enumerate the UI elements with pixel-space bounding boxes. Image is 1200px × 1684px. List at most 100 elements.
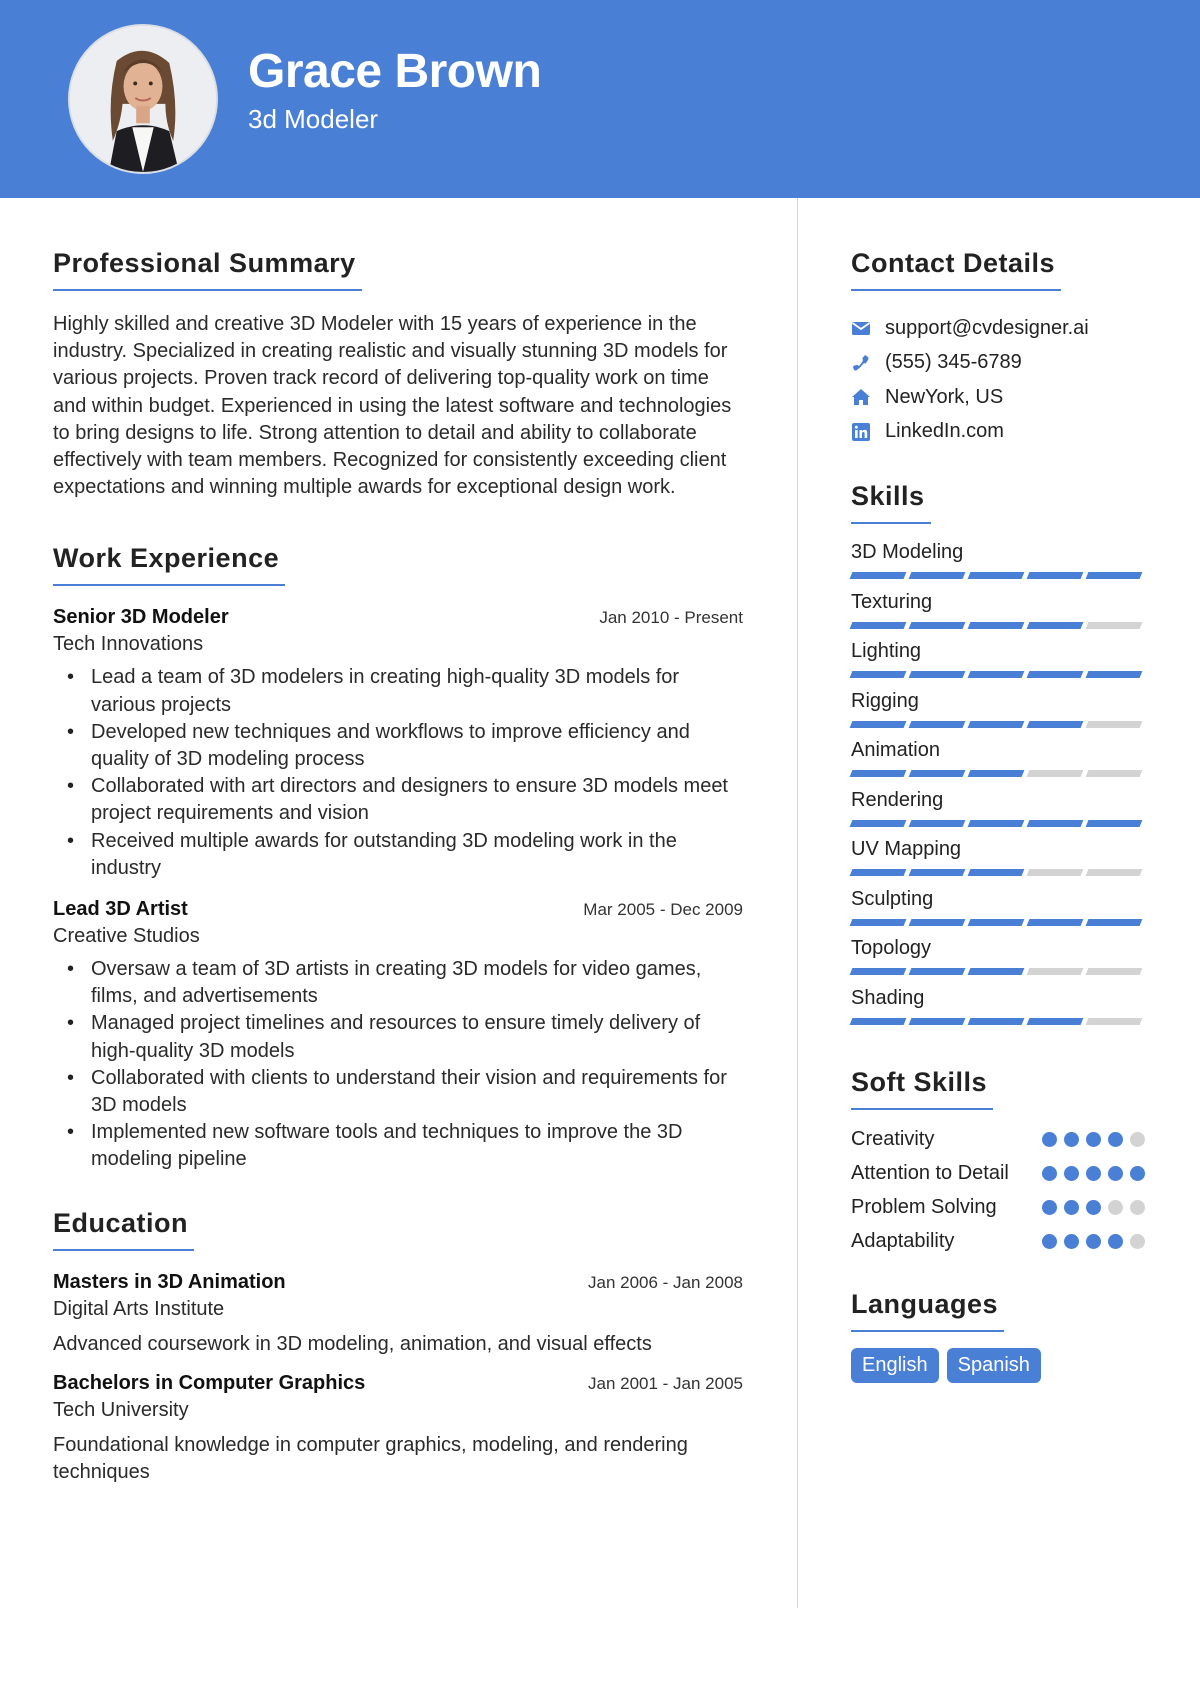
job-bullet: Lead a team of 3D modelers in creating h… bbox=[53, 664, 743, 718]
skill-segment-filled bbox=[849, 671, 907, 678]
skill-item: Lighting bbox=[849, 637, 1145, 687]
rating-dot-empty bbox=[1130, 1234, 1145, 1249]
skill-level-bar bbox=[849, 918, 1145, 926]
main-column: Professional Summary Highly skilled and … bbox=[53, 248, 743, 1520]
job-bullet: Collaborated with clients to understand … bbox=[53, 1065, 743, 1119]
profile-photo bbox=[68, 24, 218, 174]
skill-segment-filled bbox=[908, 621, 966, 629]
job-bullet: Managed project timelines and resources … bbox=[53, 1010, 743, 1064]
education-header: Masters in 3D Animation Jan 2006 - Jan 20… bbox=[53, 1271, 743, 1294]
skill-name: Rigging bbox=[851, 689, 919, 712]
skill-name: Texturing bbox=[851, 590, 933, 613]
skill-list: 3D Modeling Texturing Lighting Rigging Anima… bbox=[849, 538, 1145, 1034]
skill-segment-filled bbox=[849, 1017, 907, 1025]
job-entry: Lead 3D Artist Mar 2005 - Dec 2009 Creativ… bbox=[53, 898, 743, 1174]
soft-skill-list: Creativity Attention to Detail Problem Sol… bbox=[851, 1126, 1145, 1255]
job-header: Lead 3D Artist Mar 2005 - Dec 2009 bbox=[53, 898, 743, 921]
skill-segment-empty bbox=[1026, 770, 1084, 777]
rating-dot-filled bbox=[1064, 1132, 1079, 1147]
skill-segment-filled bbox=[849, 869, 907, 876]
rating-dot-filled bbox=[1086, 1132, 1101, 1147]
education-dates: Jan 2001 - Jan 2005 bbox=[587, 1373, 743, 1393]
rating-dot-filled bbox=[1042, 1234, 1057, 1249]
contact-item[interactable]: LinkedIn.com bbox=[851, 415, 1145, 450]
job-header: Senior 3D Modeler Jan 2010 - Present bbox=[53, 606, 743, 629]
summary-text: Highly skilled and creative 3D Modeler w… bbox=[53, 313, 732, 499]
skill-segment-empty bbox=[1085, 968, 1143, 975]
skill-segment-filled bbox=[967, 770, 1025, 777]
skill-segment-filled bbox=[967, 819, 1025, 827]
sidebar-column: Contact Details support@cvdesigner.ai (55… bbox=[849, 248, 1145, 1417]
rating-dot-filled bbox=[1086, 1234, 1101, 1249]
job-title: Senior 3D Modeler bbox=[53, 606, 229, 629]
contact-text[interactable]: LinkedIn.com bbox=[885, 420, 1004, 443]
soft-skill-name: Attention to Detail bbox=[851, 1162, 1009, 1184]
work-section: Work Experience Senior 3D Modeler Jan 201… bbox=[53, 543, 743, 1173]
skill-segment-filled bbox=[1026, 621, 1084, 629]
skill-item: Rigging bbox=[849, 687, 1145, 737]
skill-segment-empty bbox=[1085, 1017, 1143, 1025]
skill-segment-filled bbox=[849, 621, 907, 629]
school-name: Tech University bbox=[53, 1398, 189, 1421]
skill-segment-filled bbox=[1085, 671, 1143, 678]
skills-section: Skills 3D Modeling Texturing Lighting Riggi… bbox=[849, 481, 1145, 1034]
candidate-name: Grace Brown bbox=[248, 45, 542, 98]
school-name: Digital Arts Institute bbox=[53, 1297, 225, 1320]
job-bullets: Oversaw a team of 3D artists in creating… bbox=[53, 956, 743, 1174]
skill-segment-filled bbox=[1026, 720, 1084, 728]
skill-segment-filled bbox=[967, 671, 1025, 678]
skill-segment-empty bbox=[1085, 770, 1143, 777]
skill-segment-empty bbox=[1085, 720, 1143, 728]
section-title-languages: Languages bbox=[851, 1289, 1005, 1332]
skill-segment-filled bbox=[849, 819, 907, 827]
skill-item: Sculpting bbox=[849, 885, 1145, 935]
rating-dot-filled bbox=[1108, 1166, 1123, 1181]
job-bullet: Collaborated with art directors and desi… bbox=[53, 773, 743, 827]
skill-level-bar bbox=[849, 869, 1145, 876]
contact-text[interactable]: (555) 345-6789 bbox=[885, 351, 1022, 374]
candidate-title: 3d Modeler bbox=[248, 104, 379, 134]
job-company: Tech Innovations bbox=[53, 633, 204, 656]
rating-dot-filled bbox=[1086, 1166, 1101, 1181]
contact-list: support@cvdesigner.ai (555) 345-6789 NewYo… bbox=[851, 311, 1145, 449]
skill-level-bar bbox=[849, 671, 1145, 678]
contact-text[interactable]: support@cvdesigner.ai bbox=[885, 317, 1089, 340]
linkedin-icon bbox=[851, 422, 871, 442]
skill-segment-empty bbox=[1026, 869, 1084, 876]
skill-segment-filled bbox=[1026, 819, 1084, 827]
degree-title: Bachelors in Computer Graphics bbox=[53, 1371, 366, 1394]
skill-segment-filled bbox=[1026, 671, 1084, 678]
contact-item[interactable]: (555) 345-6789 bbox=[851, 346, 1145, 381]
skill-item: Shading bbox=[849, 984, 1145, 1034]
rating-dot-filled bbox=[1064, 1200, 1079, 1215]
section-title-summary: Professional Summary bbox=[53, 248, 362, 291]
rating-dot-filled bbox=[1042, 1132, 1057, 1147]
job-bullet: Implemented new software tools and techn… bbox=[53, 1119, 743, 1173]
section-title-education: Education bbox=[53, 1208, 195, 1251]
education-entry: Bachelors in Computer Graphics Jan 2001 -… bbox=[53, 1372, 743, 1486]
skill-segment-filled bbox=[1026, 1017, 1084, 1025]
skill-segment-filled bbox=[908, 770, 966, 777]
degree-title: Masters in 3D Animation bbox=[53, 1270, 286, 1293]
contact-item[interactable]: NewYork, US bbox=[851, 380, 1145, 415]
skill-segment-empty bbox=[1085, 621, 1143, 629]
summary-section: Professional Summary Highly skilled and … bbox=[53, 248, 743, 501]
soft-skill-item: Attention to Detail bbox=[851, 1160, 1145, 1187]
job-bullet: Received multiple awards for outstanding… bbox=[53, 828, 743, 882]
soft-skill-rating bbox=[1042, 1126, 1145, 1147]
skill-segment-filled bbox=[967, 918, 1025, 926]
skill-segment-filled bbox=[967, 869, 1025, 876]
skill-segment-filled bbox=[908, 572, 966, 579]
skill-level-bar bbox=[849, 819, 1145, 827]
education-description: Advanced coursework in 3D modeling, anim… bbox=[53, 1332, 652, 1355]
rating-dot-empty bbox=[1130, 1132, 1145, 1147]
contact-item[interactable]: support@cvdesigner.ai bbox=[851, 311, 1145, 346]
job-company: Creative Studios bbox=[53, 925, 200, 948]
skill-name: 3D Modeling bbox=[851, 541, 964, 563]
skill-level-bar bbox=[849, 720, 1145, 728]
contact-text[interactable]: NewYork, US bbox=[885, 386, 1003, 409]
languages-section: Languages English Spanish bbox=[851, 1289, 1145, 1383]
skill-level-bar bbox=[849, 621, 1145, 629]
job-dates: Jan 2010 - Present bbox=[599, 608, 743, 628]
rating-dot-filled bbox=[1064, 1166, 1079, 1181]
